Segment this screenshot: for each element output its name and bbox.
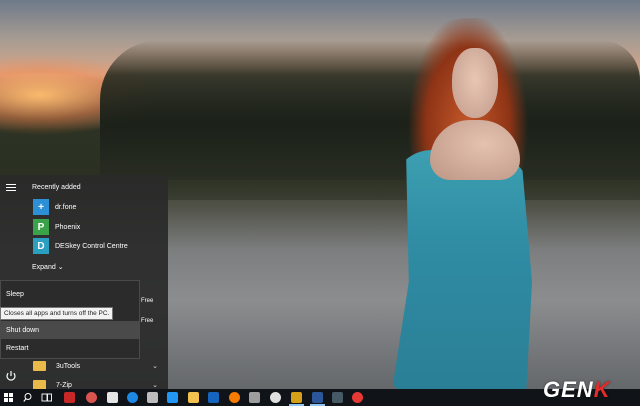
chevron-down-icon: ⌄ bbox=[152, 363, 158, 370]
app-icon[interactable] bbox=[64, 392, 75, 403]
folder-label: 3uTools bbox=[56, 362, 81, 370]
shutdown-tooltip: Closes all apps and turns off the PC. bbox=[0, 307, 113, 320]
watermark-text: GEN bbox=[543, 377, 594, 402]
store-icon[interactable] bbox=[107, 392, 118, 403]
app-icon[interactable] bbox=[270, 392, 281, 403]
app-icon[interactable] bbox=[332, 392, 343, 403]
sleep-option[interactable]: Sleep bbox=[1, 285, 139, 303]
wallpaper-woman-dress bbox=[392, 150, 532, 390]
store-icon[interactable] bbox=[147, 392, 158, 403]
chrome-icon[interactable] bbox=[352, 392, 363, 403]
windows-start-icon[interactable] bbox=[4, 393, 13, 402]
folder-label: 7-Zip bbox=[56, 381, 72, 389]
drfone-icon: + bbox=[33, 199, 49, 215]
genk-watermark-logo: GENK bbox=[543, 377, 611, 403]
free-label: Free bbox=[141, 318, 154, 324]
app-item-drfone[interactable]: + dr.fone bbox=[33, 199, 163, 215]
firefox-icon[interactable] bbox=[229, 392, 240, 403]
chevron-down-icon: ⌄ bbox=[57, 264, 64, 271]
word-icon[interactable] bbox=[312, 392, 323, 403]
app-label: DESkey Control Centre bbox=[55, 242, 128, 250]
wallpaper-treeline bbox=[100, 40, 640, 180]
phoenix-icon: P bbox=[33, 219, 49, 235]
folder-icon bbox=[33, 361, 46, 371]
wallpaper-woman-face bbox=[452, 48, 498, 118]
file-explorer-icon[interactable] bbox=[188, 392, 199, 403]
app-item-phoenix[interactable]: P Phoenix bbox=[33, 219, 163, 235]
app-label: Phoenix bbox=[55, 223, 81, 231]
hamburger-menu-icon[interactable] bbox=[6, 184, 16, 193]
app-item-deskey[interactable]: D DESkey Control Centre bbox=[33, 238, 163, 254]
deskey-icon: D bbox=[33, 238, 49, 254]
search-icon[interactable] bbox=[22, 391, 35, 404]
recently-added-title: Recently added bbox=[32, 184, 81, 191]
task-view-icon[interactable] bbox=[40, 391, 53, 404]
expand-label: Expand bbox=[32, 264, 56, 271]
app-label: dr.fone bbox=[55, 203, 77, 211]
watermark-accent: K bbox=[593, 377, 611, 402]
app-icon[interactable] bbox=[167, 392, 178, 403]
folder-item-3utools[interactable]: 3uTools ⌄ bbox=[33, 359, 158, 373]
mail-icon[interactable] bbox=[208, 392, 219, 403]
edge-icon[interactable] bbox=[127, 392, 138, 403]
free-label: Free bbox=[141, 298, 154, 304]
restart-option[interactable]: Restart bbox=[1, 339, 139, 357]
app-icon[interactable] bbox=[86, 392, 97, 403]
app-icon[interactable] bbox=[249, 392, 260, 403]
power-icon[interactable] bbox=[5, 370, 17, 382]
expand-button[interactable]: Expand ⌄ bbox=[32, 263, 64, 271]
chevron-down-icon: ⌄ bbox=[152, 382, 158, 389]
media-icon[interactable] bbox=[291, 392, 302, 403]
shutdown-option[interactable]: Shut down bbox=[1, 321, 139, 339]
